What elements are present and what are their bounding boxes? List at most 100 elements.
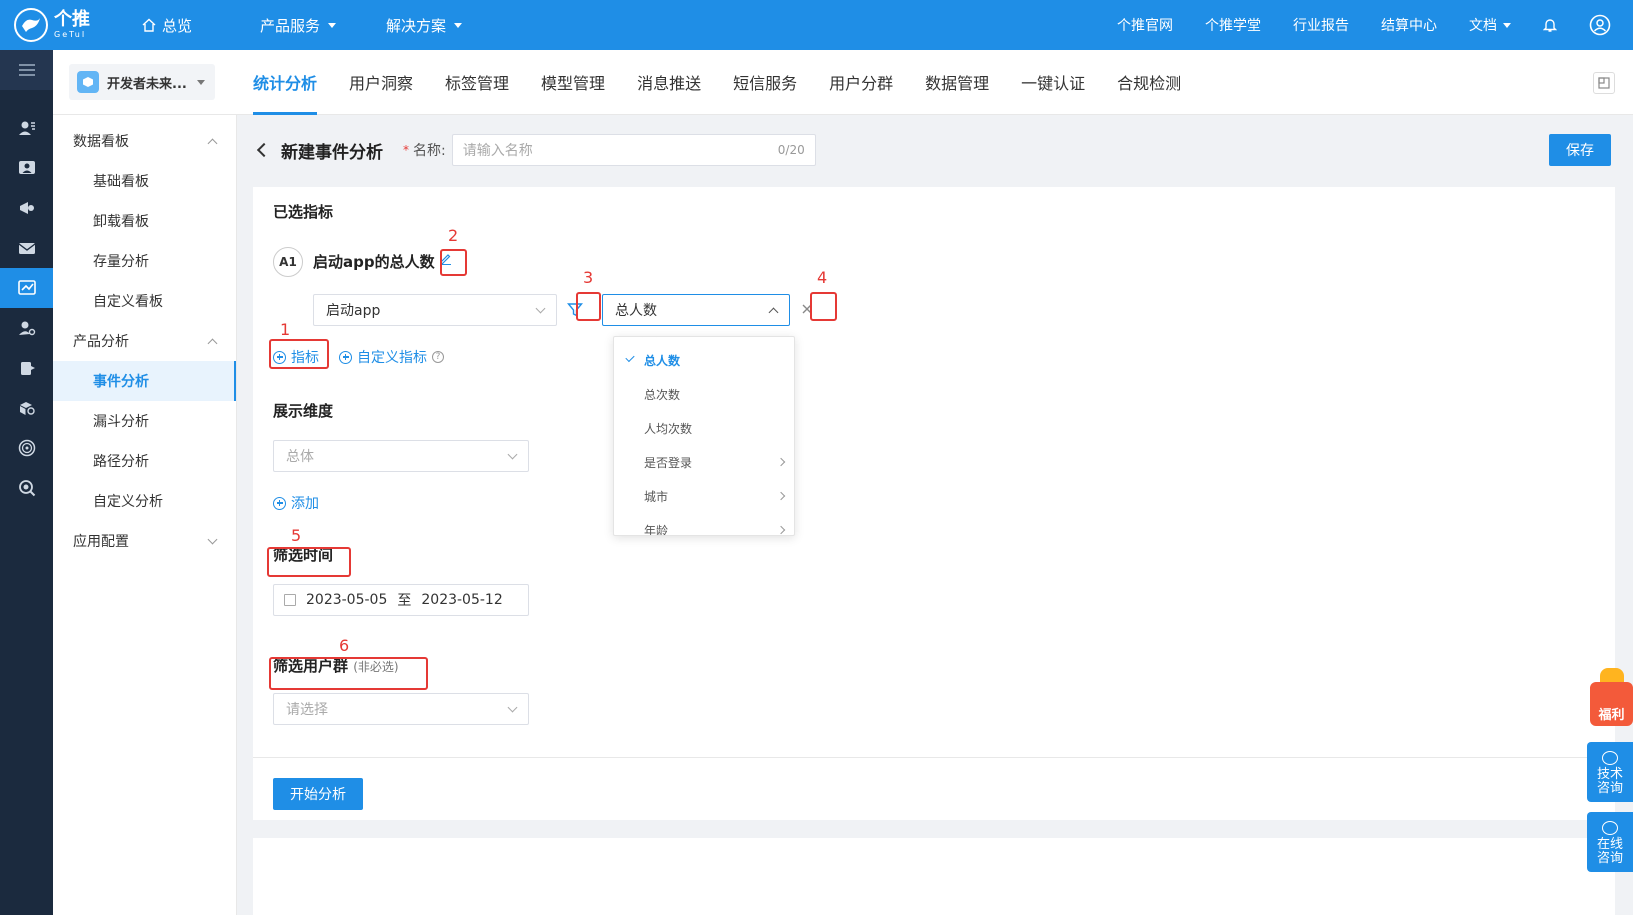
caret-down-icon: [328, 22, 337, 28]
cubes-icon[interactable]: [0, 388, 53, 428]
mail-icon[interactable]: [0, 228, 53, 268]
sidebar-item[interactable]: 路径分析: [53, 441, 236, 481]
brand-name: 个推: [54, 9, 90, 30]
people-group-icon[interactable]: [0, 148, 53, 188]
brand-logo[interactable]: 个推 GeTuI: [0, 0, 100, 50]
annotation-number-5: 5: [291, 526, 302, 545]
tab-item[interactable]: 用户分群: [829, 50, 893, 115]
annotation-box-1: [269, 339, 329, 369]
selected-metrics-title: 已选指标: [273, 203, 334, 221]
metric-badge: A1: [273, 247, 303, 277]
analysis-config-card: 已选指标 A1 启动app的总人数 启动app 总人数 指标 自定义指标 ? 展…: [253, 187, 1615, 820]
tab-item[interactable]: 数据管理: [925, 50, 989, 115]
annotation-box-5: [267, 547, 351, 577]
tab-item[interactable]: 短信服务: [733, 50, 797, 115]
welfare-gift-widget[interactable]: 福利: [1586, 668, 1633, 730]
page-header: 新建事件分析 * 名称: 请输入名称 0/20 保存: [237, 115, 1633, 185]
measure-select[interactable]: 总人数: [602, 294, 790, 326]
sidebar-item[interactable]: 自定义看板: [53, 281, 236, 321]
annotation-number-1: 1: [280, 320, 291, 339]
back-arrow-icon[interactable]: [256, 142, 272, 158]
sidebar-item[interactable]: 基础看板: [53, 161, 236, 201]
tab-item[interactable]: 合规检测: [1117, 50, 1181, 115]
chevron-right-icon: [776, 457, 786, 467]
hamburger-menu-icon[interactable]: [0, 50, 53, 90]
tech-consult-button[interactable]: 技术咨询: [1587, 742, 1633, 802]
sidebar-item[interactable]: 自定义分析: [53, 481, 236, 521]
dropdown-option-label: 总次数: [644, 387, 681, 402]
nav-solutions[interactable]: 解决方案: [386, 15, 463, 36]
dropdown-option[interactable]: 年龄: [614, 513, 794, 535]
nav-home[interactable]: 总览: [142, 15, 192, 36]
chevron-down-icon: [507, 449, 518, 459]
user-setting-icon[interactable]: [0, 308, 53, 348]
users-icon[interactable]: [0, 108, 53, 148]
plus-circle-icon: [273, 496, 286, 510]
tab-item[interactable]: 用户洞察: [349, 50, 413, 115]
bell-icon[interactable]: [1543, 17, 1557, 33]
date-range-picker[interactable]: 2023-05-05 至 2023-05-12: [273, 584, 529, 616]
sidebar-item[interactable]: 卸载看板: [53, 201, 236, 241]
fingerprint-icon[interactable]: [0, 428, 53, 468]
caret-down-icon: [454, 22, 463, 28]
annotation-box-6: [269, 657, 428, 690]
date-separator: 至: [397, 593, 412, 609]
tab-item[interactable]: 消息推送: [637, 50, 701, 115]
menu-group-app-config[interactable]: 应用配置: [53, 521, 236, 561]
sidebar-item[interactable]: 漏斗分析: [53, 401, 236, 441]
link-industry-report[interactable]: 行业报告: [1293, 15, 1349, 35]
link-school[interactable]: 个推学堂: [1205, 15, 1261, 35]
page-title: 新建事件分析: [281, 142, 383, 163]
name-label: 名称:: [413, 143, 446, 159]
link-docs[interactable]: 文档: [1469, 15, 1511, 35]
megaphone-icon[interactable]: [0, 188, 53, 228]
sidebar-item[interactable]: 存量分析: [53, 241, 236, 281]
chevron-right-icon: [776, 491, 786, 501]
user-avatar-icon[interactable]: [1589, 14, 1611, 36]
expand-icon[interactable]: [1593, 72, 1615, 94]
annotation-box-3: [576, 292, 601, 321]
measure-dropdown: 总人数总次数人均次数 是否登录 城市 年龄: [613, 336, 795, 536]
required-mark: *: [403, 143, 409, 157]
menu-group-product-analysis[interactable]: 产品分析: [53, 321, 236, 361]
dropdown-option[interactable]: 人均次数: [614, 411, 794, 445]
chevron-down-icon: [507, 702, 518, 712]
chevron-down-icon: [207, 534, 218, 544]
dimension-select[interactable]: 总体: [273, 440, 529, 472]
tab-item[interactable]: 一键认证: [1021, 50, 1085, 115]
save-button[interactable]: 保存: [1549, 134, 1611, 166]
check-icon: [625, 352, 635, 363]
start-analysis-button[interactable]: 开始分析: [273, 778, 363, 810]
help-icon[interactable]: ?: [432, 351, 444, 363]
analytics-chart-icon[interactable]: [0, 268, 53, 308]
dropdown-option[interactable]: 城市: [614, 479, 794, 513]
divider: [253, 757, 1615, 758]
menu-group-dashboards[interactable]: 数据看板: [53, 121, 236, 161]
event-select[interactable]: 启动app: [313, 294, 557, 326]
add-custom-metric-button[interactable]: 自定义指标 ?: [339, 347, 444, 367]
dimension-title: 展示维度: [273, 402, 334, 420]
app-selector[interactable]: 开发者未来...: [69, 64, 215, 100]
usergroup-select[interactable]: 请选择: [273, 693, 529, 725]
start-date: 2023-05-05: [306, 592, 388, 608]
link-billing[interactable]: 结算中心: [1381, 15, 1437, 35]
nav-products[interactable]: 产品服务: [260, 15, 337, 36]
add-dimension-button[interactable]: 添加: [273, 493, 319, 513]
link-official-site[interactable]: 个推官网: [1117, 15, 1173, 35]
key-card-icon[interactable]: [0, 348, 53, 388]
name-input[interactable]: 请输入名称 0/20: [451, 134, 816, 166]
chevron-right-icon: [776, 525, 786, 535]
dropdown-option[interactable]: 总人数: [614, 343, 794, 377]
online-consult-button[interactable]: 在线咨询: [1587, 812, 1633, 872]
tab-item[interactable]: 模型管理: [541, 50, 605, 115]
chevron-up-icon: [768, 307, 779, 317]
dropdown-option[interactable]: 总次数: [614, 377, 794, 411]
tab-item[interactable]: 统计分析: [253, 50, 318, 115]
sidebar-item[interactable]: 事件分析: [53, 361, 236, 401]
search-scan-icon[interactable]: [0, 468, 53, 508]
dropdown-option[interactable]: 是否登录: [614, 445, 794, 479]
tab-item[interactable]: 标签管理: [445, 50, 509, 115]
dropdown-option-label: 总人数: [644, 353, 681, 368]
chevron-up-icon: [207, 338, 218, 348]
gift-label: 福利: [1590, 682, 1633, 726]
